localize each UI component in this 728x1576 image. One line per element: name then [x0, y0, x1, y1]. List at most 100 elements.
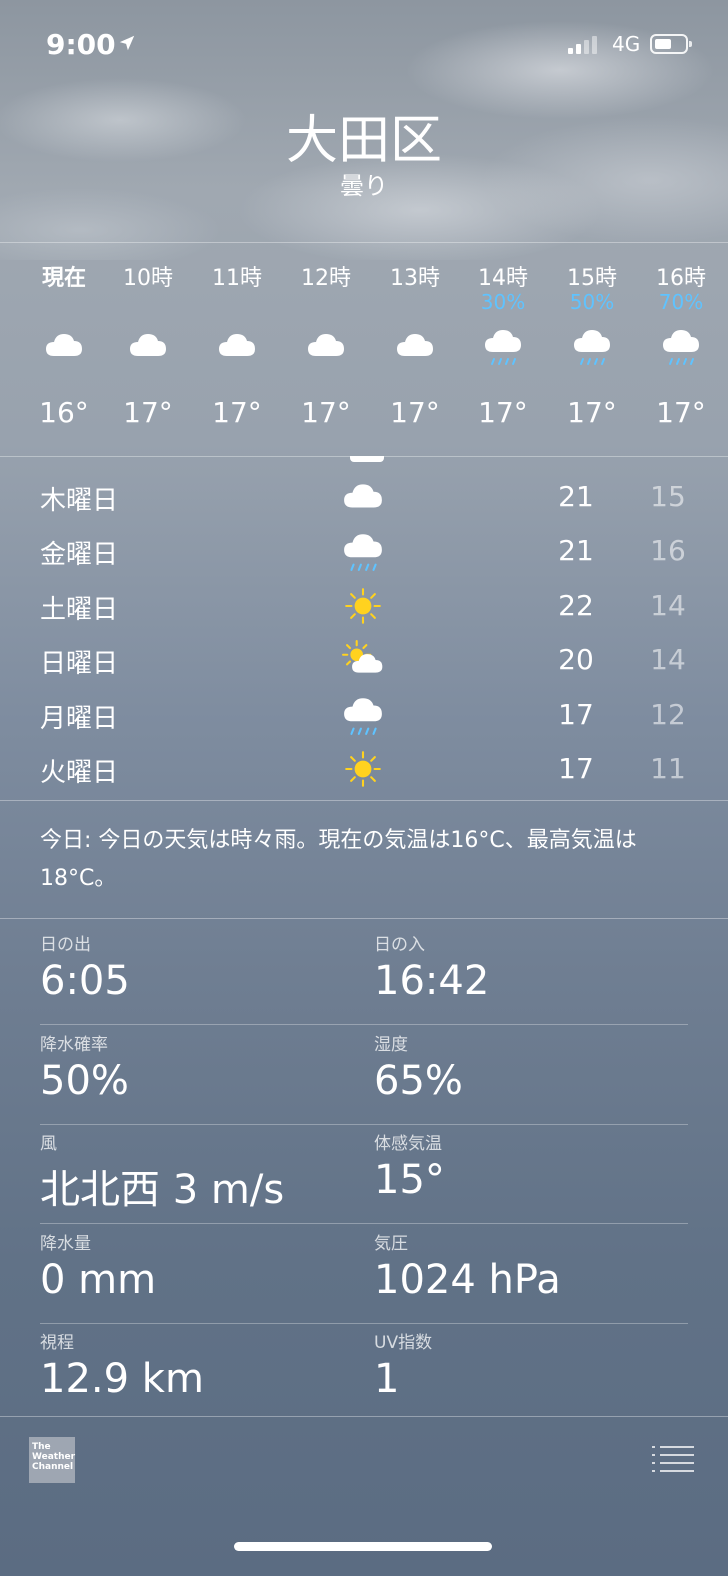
hourly-item: 現在 16° [19, 244, 109, 456]
daily-row: 木曜日 21 15 [0, 470, 728, 524]
precip-chance: 30% [480, 290, 526, 314]
list-icon[interactable] [652, 1444, 694, 1474]
cloud-rain-icon [661, 326, 701, 366]
current-condition: 曇り [340, 172, 388, 200]
daily-row: 火曜日 17 11 [0, 742, 728, 796]
detail-value: 北北西 3 m/s [40, 1167, 285, 1213]
hour-label: 13時 [390, 266, 440, 291]
hour-temp: 17° [390, 396, 440, 429]
hour-label: 10時 [123, 266, 173, 291]
detail-value: 1 [374, 1356, 400, 1402]
detail-label: 日の入 [374, 935, 425, 955]
sun-icon [342, 585, 384, 627]
hour-label: 16時 [656, 266, 706, 291]
cloud-rain-icon [342, 530, 384, 572]
high-temp: 22 [558, 588, 594, 622]
hourly-item: 16時 70% 17° [636, 244, 726, 456]
cloud-rain-icon [342, 694, 384, 736]
hour-temp: 17° [567, 396, 617, 429]
detail-value: 0 mm [40, 1256, 157, 1303]
network-type: 4G [612, 32, 641, 56]
hour-temp: 16° [39, 396, 89, 429]
high-temp: 21 [558, 480, 594, 513]
detail-value: 6:05 [40, 958, 130, 1004]
today-summary: 今日: 今日の天気は時々雨。現在の気温は16°C、最高気温は18°C。 [40, 828, 637, 891]
cloud-icon [395, 326, 435, 366]
detail-cell: 日の出 6:05 [40, 924, 364, 1024]
detail-label: 気圧 [374, 1233, 408, 1254]
hour-label: 12時 [301, 266, 351, 291]
detail-value: 1024 hPa [374, 1256, 561, 1303]
low-temp: 12 [650, 697, 686, 731]
detail-label: UV指数 [374, 1333, 433, 1353]
divider [0, 918, 728, 919]
home-indicator[interactable] [234, 1542, 492, 1551]
weather-channel-logo[interactable]: The Weather Channel [29, 1437, 75, 1483]
detail-cell: 風北北西 3 m/s [40, 1123, 364, 1223]
detail-cell: 体感気温 15° [374, 1123, 698, 1223]
detail-cell: 日の入 16:42 [374, 924, 698, 1024]
hourly-item: 12時 17° [281, 244, 371, 456]
detail-row: 日の出 6:05 日の入 16:42 [40, 924, 688, 1025]
cloud-icon [342, 476, 384, 518]
detail-label: 湿度 [374, 1034, 408, 1055]
daily-row: 日曜日 20 14 [0, 633, 728, 687]
hour-label: 現在 [41, 266, 86, 291]
detail-cell: 視程 12.9 km [40, 1322, 364, 1422]
hourly-item: 14時 30% 17° [458, 244, 548, 456]
detail-cell: UV指数 1 [374, 1322, 698, 1422]
day-name: 金曜日 [40, 540, 119, 571]
low-temp: 11 [650, 752, 686, 785]
detail-cell: 気圧 1024 hPa [374, 1223, 698, 1323]
daily-row: 土曜日 22 14 [0, 579, 728, 633]
daily-row: 月曜日 17 12 [0, 688, 728, 742]
sun-cloud-icon [342, 639, 384, 681]
precip-chance: 50% [569, 290, 615, 314]
battery-icon [650, 34, 692, 54]
high-temp: 21 [558, 534, 594, 568]
divider [0, 1416, 728, 1417]
low-temp: 14 [650, 588, 686, 622]
low-temp: 14 [650, 643, 686, 677]
day-name: 火曜日 [40, 758, 119, 788]
cloud-icon [44, 326, 84, 366]
detail-value: 50% [40, 1057, 129, 1104]
city-name: 大田区 [285, 111, 442, 171]
hour-label: 14時 [478, 266, 528, 291]
high-temp: 17 [558, 752, 594, 785]
hourly-forecast[interactable]: 現在 16° 10時 17° 11時 17° 12時 17° 13時 17° 14時 30% 17° 15… [0, 244, 728, 456]
detail-label: 視程 [40, 1333, 74, 1353]
detail-row: 風北北西 3 m/s 体感気温 15° [40, 1123, 688, 1224]
detail-cell: 湿度 65% [374, 1024, 698, 1124]
hour-temp: 17° [478, 396, 528, 429]
hourly-item: 11時 17° [192, 244, 282, 456]
detail-value: 12.9 km [40, 1356, 204, 1402]
day-name: 土曜日 [40, 594, 119, 625]
cloud-icon [217, 326, 257, 366]
detail-label: 体感気温 [374, 1134, 442, 1154]
sun-icon [342, 748, 384, 790]
high-temp: 17 [558, 697, 594, 731]
status-time: 9:00 [46, 28, 116, 61]
hour-temp: 17° [123, 396, 173, 429]
cloud-rain-icon [572, 326, 612, 366]
cloud-icon [306, 326, 346, 366]
status-bar: 9:00 4G [0, 0, 728, 90]
high-temp: 20 [558, 643, 594, 677]
low-temp: 15 [650, 480, 686, 513]
cloud-icon [128, 326, 168, 366]
hourly-item: 10時 17° [103, 244, 193, 456]
detail-label: 風 [40, 1134, 57, 1154]
day-name: 木曜日 [40, 486, 119, 516]
detail-value: 16:42 [374, 958, 490, 1004]
low-temp: 16 [650, 534, 686, 568]
day-name: 月曜日 [40, 703, 119, 734]
detail-label: 降水確率 [40, 1034, 108, 1055]
detail-row: 降水確率 50% 湿度 65% [40, 1024, 688, 1125]
scrolled-row-edge [350, 456, 384, 462]
hour-label: 11時 [212, 266, 262, 291]
precip-chance: 70% [658, 290, 704, 314]
cloud-rain-icon [483, 326, 523, 366]
hourly-item: 13時 17° [370, 244, 460, 456]
hourly-item: 15時 50% 17° [547, 244, 637, 456]
